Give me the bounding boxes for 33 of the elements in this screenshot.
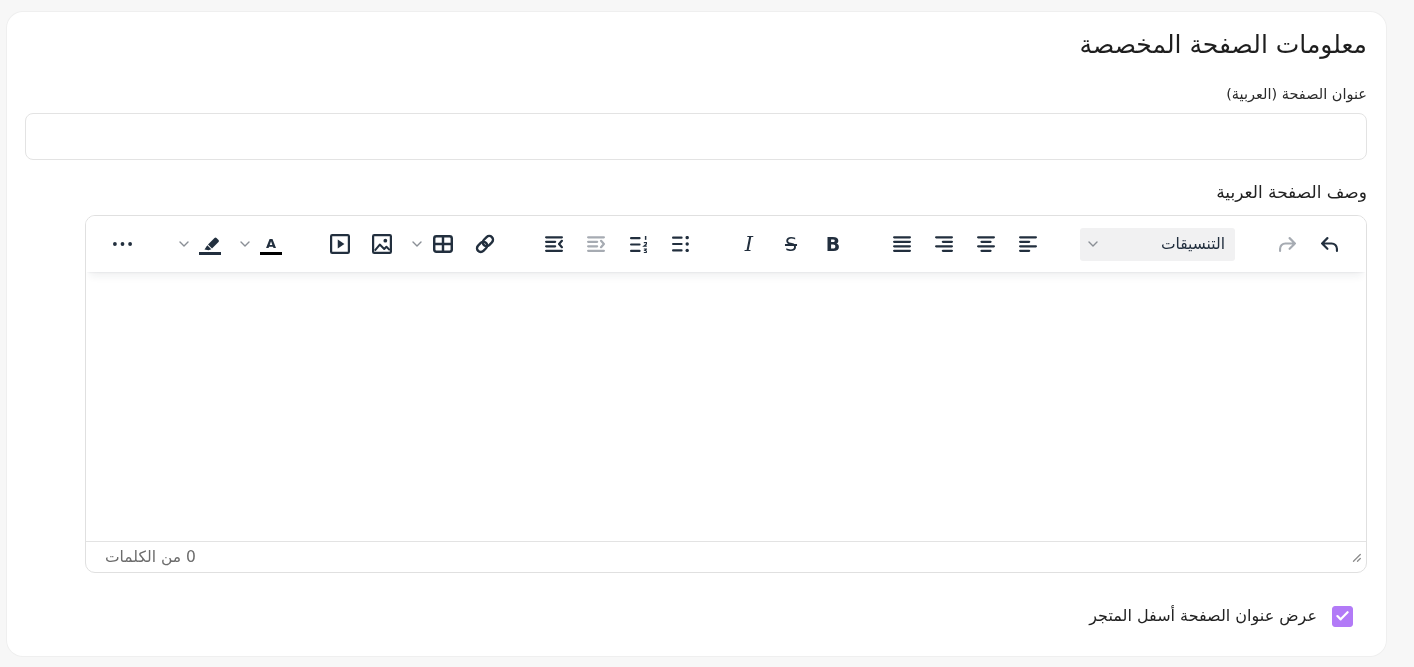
- bullet-list-icon: [671, 236, 689, 252]
- title-input[interactable]: [25, 113, 1367, 160]
- word-count: 0 من الكلمات: [105, 548, 196, 566]
- align-center-icon: [977, 236, 995, 252]
- play-icon: [330, 234, 350, 254]
- strikethrough-button[interactable]: S: [774, 227, 808, 261]
- indent-icon: [545, 236, 563, 252]
- undo-icon: [1320, 236, 1338, 252]
- styles-dropdown[interactable]: التنسيقات: [1080, 227, 1235, 261]
- redo-icon: [1278, 236, 1296, 252]
- chevron-down-icon[interactable]: [178, 241, 189, 247]
- field-label: وصف الصفحة العربية: [1216, 181, 1367, 203]
- checkbox-label: عرض عنوان الصفحة أسفل المتجر: [1089, 605, 1317, 627]
- align-right-icon: [935, 236, 953, 252]
- field-label: عنوان الصفحة (العربية): [1226, 85, 1367, 104]
- text-color-button[interactable]: A: [254, 227, 288, 261]
- section-title: معلومات الصفحة المخصصة: [1079, 29, 1367, 61]
- more-icon: [112, 242, 132, 246]
- resize-handle[interactable]: [1351, 552, 1361, 562]
- check-icon: [1336, 611, 1349, 621]
- bold-button[interactable]: B: [816, 227, 850, 261]
- numbered-list-icon: [629, 235, 647, 253]
- table-icon: [433, 235, 453, 253]
- chevron-down-icon[interactable]: [411, 241, 422, 247]
- chevron-down-icon[interactable]: [1088, 241, 1098, 247]
- italic-button[interactable]: I: [732, 227, 766, 261]
- chevron-down-icon[interactable]: [239, 241, 250, 247]
- link-icon: [475, 234, 495, 254]
- image-icon: [372, 234, 392, 254]
- checkbox[interactable]: [1332, 605, 1353, 627]
- outdent-icon: [587, 236, 605, 252]
- align-left-icon: [1019, 236, 1037, 252]
- justify-icon: [893, 236, 911, 252]
